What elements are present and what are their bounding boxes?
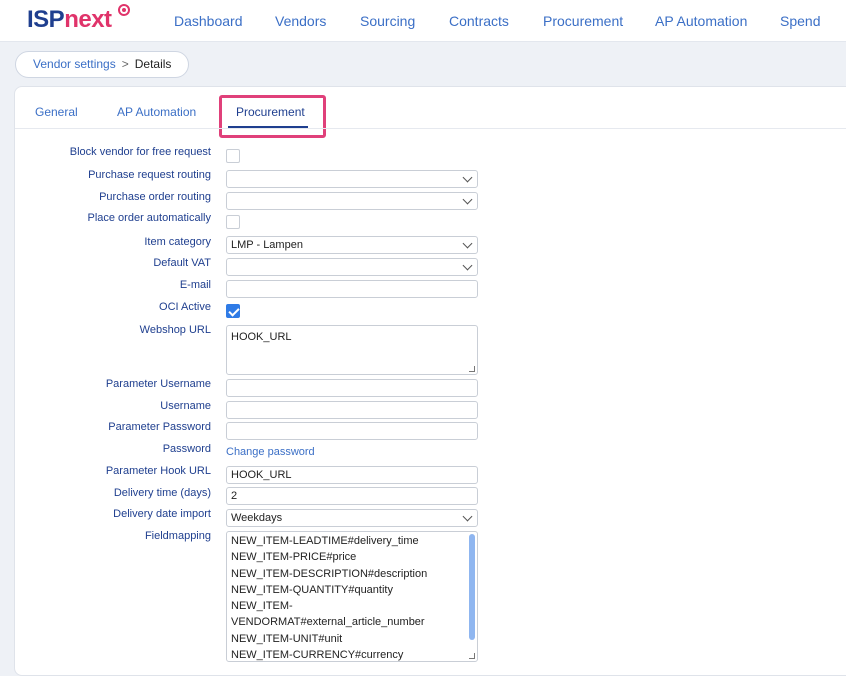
- fieldmapping-list: NEW_ITEM-LEADTIME#delivery_time NEW_ITEM…: [227, 532, 477, 662]
- param-username-field[interactable]: [226, 379, 478, 397]
- breadcrumb-current: Details: [134, 57, 172, 71]
- fieldmapping-label: Fieldmapping: [144, 530, 211, 542]
- username-mask: [230, 403, 300, 410]
- list-item: NEW_ITEM-QUANTITY#quantity: [231, 583, 393, 596]
- chevron-down-icon: [462, 194, 473, 205]
- param-username-label: Parameter Username: [105, 378, 211, 390]
- default-vat-label: Default VAT: [153, 257, 211, 269]
- purchase-order-routing-select[interactable]: [226, 192, 478, 210]
- purchase-order-routing-label: Purchase order routing: [99, 191, 211, 203]
- username-label: Username: [160, 400, 211, 412]
- logo-heart-icon: [118, 4, 130, 16]
- param-hook-url-field[interactable]: HOOK_URL: [226, 466, 478, 484]
- purchase-request-routing-select[interactable]: [226, 170, 478, 188]
- chevron-down-icon: [462, 260, 473, 271]
- scrollbar[interactable]: [469, 534, 475, 640]
- delivery-date-import-select[interactable]: Weekdays: [226, 509, 478, 527]
- nav-ap-automation[interactable]: AP Automation: [655, 13, 747, 29]
- webshop-url-label: Webshop URL: [139, 324, 211, 336]
- tab-general[interactable]: General: [35, 105, 78, 119]
- breadcrumb-separator: >: [121, 57, 129, 71]
- tab-highlight-box: [219, 95, 326, 138]
- nav-spend[interactable]: Spend: [780, 13, 820, 29]
- list-item: NEW_ITEM-CURRENCY#currency: [231, 649, 404, 662]
- delivery-date-import-value: Weekdays: [231, 512, 283, 524]
- chevron-down-icon: [462, 238, 473, 249]
- default-vat-select[interactable]: [226, 258, 478, 276]
- place-order-checkbox[interactable]: [226, 215, 240, 229]
- top-navigation-bar: ISPnext Dashboard Vendors Sourcing Contr…: [0, 0, 846, 42]
- ispnext-logo[interactable]: ISPnext: [27, 6, 112, 34]
- nav-sourcing[interactable]: Sourcing: [360, 13, 415, 29]
- list-item: NEW_ITEM-LEADTIME#delivery_time: [231, 535, 419, 547]
- item-category-value: LMP - Lampen: [231, 239, 303, 251]
- breadcrumb-vendor-settings[interactable]: Vendor settings: [33, 57, 116, 71]
- purchase-request-routing-label: Purchase request routing: [88, 169, 211, 181]
- breadcrumb: Vendor settings > Details: [15, 51, 190, 78]
- nav-procurement[interactable]: Procurement: [543, 13, 623, 29]
- webshop-url-value: HOOK_URL: [231, 331, 292, 343]
- logo-text-isp: ISP: [27, 6, 65, 33]
- webshop-url-textarea[interactable]: HOOK_URL: [226, 325, 478, 375]
- chevron-down-icon: [462, 172, 473, 183]
- param-hook-url-label: Parameter Hook URL: [105, 465, 211, 477]
- list-item: NEW_ITEM-PRICE#price: [231, 551, 357, 564]
- delivery-time-field[interactable]: 2: [226, 487, 478, 505]
- email-field[interactable]: [226, 280, 478, 298]
- resize-handle-icon[interactable]: [469, 366, 475, 372]
- block-vendor-checkbox[interactable]: [226, 149, 240, 163]
- list-item: NEW_ITEM-VENDORMAT#external_article_numb…: [231, 600, 425, 629]
- logo-text-next: next: [64, 6, 112, 33]
- nav-contracts[interactable]: Contracts: [449, 13, 509, 29]
- place-order-label: Place order automatically: [87, 212, 211, 224]
- fieldmapping-textarea[interactable]: NEW_ITEM-LEADTIME#delivery_time NEW_ITEM…: [226, 531, 478, 662]
- item-category-select[interactable]: LMP - Lampen: [226, 236, 478, 254]
- delivery-time-label: Delivery time (days): [113, 487, 211, 499]
- oci-active-checkbox[interactable]: [226, 304, 240, 318]
- change-password-link[interactable]: Change password: [226, 446, 315, 458]
- nav-dashboard[interactable]: Dashboard: [174, 13, 243, 29]
- delivery-date-import-label: Delivery date import: [113, 508, 211, 520]
- nav-vendors[interactable]: Vendors: [275, 13, 326, 29]
- item-category-label: Item category: [144, 236, 211, 248]
- param-password-label: Parameter Password: [108, 421, 211, 433]
- block-vendor-label: Block vendor for free request: [69, 146, 211, 158]
- tab-divider: [15, 128, 846, 129]
- resize-handle-icon[interactable]: [469, 653, 475, 659]
- param-password-field[interactable]: [226, 422, 478, 440]
- list-item: NEW_ITEM-DESCRIPTION#description: [231, 567, 428, 580]
- tab-ap-automation[interactable]: AP Automation: [117, 105, 196, 119]
- chevron-down-icon: [462, 511, 473, 522]
- password-label: Password: [162, 443, 211, 455]
- oci-active-label: OCI Active: [159, 301, 211, 313]
- email-label: E-mail: [179, 279, 211, 291]
- list-item: NEW_ITEM-UNIT#unit: [231, 632, 343, 645]
